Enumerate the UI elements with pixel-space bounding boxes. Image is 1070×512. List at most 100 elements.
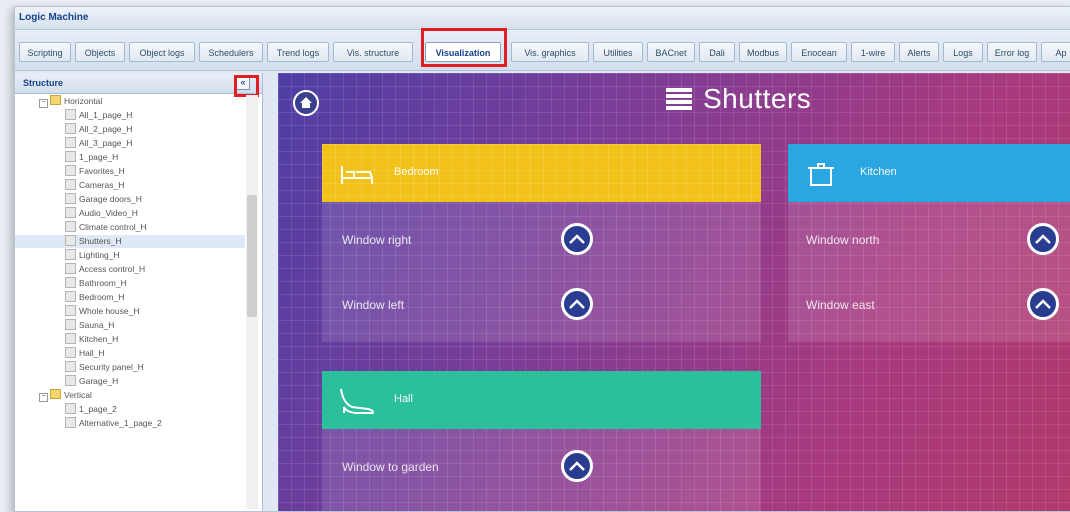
tab-trend-logs[interactable]: Trend logs	[267, 42, 329, 62]
window-east-up-button[interactable]	[1027, 288, 1059, 320]
tab-utilities[interactable]: Utilities	[593, 42, 643, 62]
tab-logs[interactable]: Logs	[943, 42, 983, 62]
tree-item[interactable]: Sauna_H	[65, 319, 114, 332]
tab-schedulers[interactable]: Schedulers	[199, 42, 263, 62]
tree-folder-horizontal[interactable]: − Horizontal	[39, 95, 102, 108]
page-icon	[65, 179, 76, 190]
tab-bacnet[interactable]: BACnet	[647, 42, 695, 62]
tab-dali[interactable]: Dali	[699, 42, 735, 62]
chevron-up-icon	[569, 299, 585, 309]
page-icon	[65, 305, 76, 316]
tab-error-log[interactable]: Error log	[987, 42, 1037, 62]
main-tabbar: Scripting Objects Object logs Schedulers…	[15, 30, 1070, 71]
tree-item[interactable]: Garage_H	[65, 375, 118, 388]
window-right-up-button[interactable]	[561, 223, 593, 255]
tree-folder-vertical[interactable]: − Vertical	[39, 389, 92, 402]
tree-item[interactable]: All_1_page_H	[65, 109, 132, 122]
tab-alerts[interactable]: Alerts	[899, 42, 939, 62]
window-left-up-button[interactable]	[561, 288, 593, 320]
tree-item[interactable]: Whole house_H	[65, 305, 139, 318]
structure-tree: − Horizontal All_1_page_H All_2_page_H Al…	[15, 94, 245, 511]
tab-objects[interactable]: Objects	[75, 42, 125, 62]
tab-modbus[interactable]: Modbus	[739, 42, 787, 62]
hall-panel: Window to garden	[322, 429, 761, 511]
kitchen-panel: Window north Window east	[788, 202, 1070, 342]
sidebar-header: Structure «	[15, 73, 262, 94]
tab-1wire[interactable]: 1-wire	[851, 42, 895, 62]
chevron-up-icon	[569, 234, 585, 244]
tab-scripting[interactable]: Scripting	[19, 42, 71, 62]
bedroom-panel-header: Bedroom	[322, 144, 761, 202]
page-icon	[65, 123, 76, 134]
window-east-label: Window east	[806, 298, 875, 312]
page-icon	[65, 291, 76, 302]
page-icon	[65, 221, 76, 232]
tree-scrollbar[interactable]	[246, 95, 258, 509]
page-icon	[65, 207, 76, 218]
tree-item[interactable]: All_2_page_H	[65, 123, 132, 136]
page-icon	[65, 137, 76, 148]
tree-item[interactable]: All_3_page_H	[65, 137, 132, 150]
tab-visualization[interactable]: Visualization	[425, 42, 501, 62]
page-title: Shutters	[703, 83, 812, 114]
page-icon	[65, 193, 76, 204]
tree-item[interactable]: Alternative_1_page_2	[65, 417, 162, 430]
sidebar-title: Structure	[23, 78, 64, 88]
tab-object-logs[interactable]: Object logs	[129, 42, 195, 62]
chevron-up-icon	[1035, 299, 1051, 309]
collapse-icon[interactable]: −	[39, 99, 48, 108]
tree-item[interactable]: Security panel_H	[65, 361, 144, 374]
tab-vis-graphics[interactable]: Vis. graphics	[511, 42, 589, 62]
tree-item[interactable]: Bedroom_H	[65, 291, 124, 304]
page-icon	[65, 333, 76, 344]
page-icon	[65, 235, 76, 246]
page-icon	[65, 109, 76, 120]
bedroom-panel: Window right Window left	[322, 202, 761, 342]
tree-item[interactable]: 1_page_2	[65, 403, 117, 416]
tree-item[interactable]: Climate control_H	[65, 221, 147, 234]
window-title: Logic Machine	[15, 7, 1070, 30]
tree-item-selected[interactable]: Shutters_H	[15, 235, 245, 248]
window-north-up-button[interactable]	[1027, 223, 1059, 255]
kitchen-label: Kitchen	[860, 166, 897, 178]
app-window: Logic Machine Scripting Objects Object l…	[14, 6, 1070, 512]
visualization-canvas: Shutters Bedroom Window right Window lef…	[278, 73, 1070, 511]
page-icon	[65, 361, 76, 372]
bedroom-label: Bedroom	[394, 166, 439, 178]
tree-item[interactable]: Access control_H	[65, 263, 145, 276]
tree-item[interactable]: 1_page_H	[65, 151, 118, 164]
tab-vis-structure[interactable]: Vis. structure	[333, 42, 413, 62]
window-north-label: Window north	[806, 233, 880, 247]
page-icon	[65, 375, 76, 386]
tree-item[interactable]: Lighting_H	[65, 249, 120, 262]
page-icon	[65, 151, 76, 162]
page-icon	[65, 347, 76, 358]
window-left-label: Window left	[342, 298, 405, 312]
page-icon	[65, 277, 76, 288]
page-icon	[65, 165, 76, 176]
pot-icon	[808, 163, 834, 186]
collapse-icon[interactable]: −	[39, 393, 48, 402]
tab-enocean[interactable]: Enocean	[791, 42, 847, 62]
window-to-garden-up-button[interactable]	[561, 450, 593, 482]
tree-item[interactable]: Garage doors_H	[65, 193, 142, 206]
folder-icon	[50, 389, 61, 399]
home-button[interactable]	[293, 90, 319, 116]
tree-item[interactable]: Favorites_H	[65, 165, 125, 178]
tab-more[interactable]: Ap	[1041, 42, 1070, 62]
page-icon	[65, 417, 76, 428]
page-icon	[65, 263, 76, 274]
kitchen-panel-header: Kitchen	[788, 144, 1070, 202]
tree-item[interactable]: Kitchen_H	[65, 333, 118, 346]
scrollbar-thumb[interactable]	[247, 195, 257, 317]
tree-item[interactable]: Bathroom_H	[65, 277, 127, 290]
shutters-icon	[666, 88, 692, 110]
page-icon	[65, 249, 76, 260]
structure-sidebar: Structure « − Horizontal All_1_page_H All…	[15, 73, 263, 511]
window-to-garden-label: Window to garden	[342, 460, 439, 474]
tree-item[interactable]: Cameras_H	[65, 179, 124, 192]
collapse-sidebar-button[interactable]: «	[236, 77, 250, 90]
page-icon	[65, 319, 76, 330]
tree-item[interactable]: Hall_H	[65, 347, 105, 360]
tree-item[interactable]: Audio_Video_H	[65, 207, 138, 220]
